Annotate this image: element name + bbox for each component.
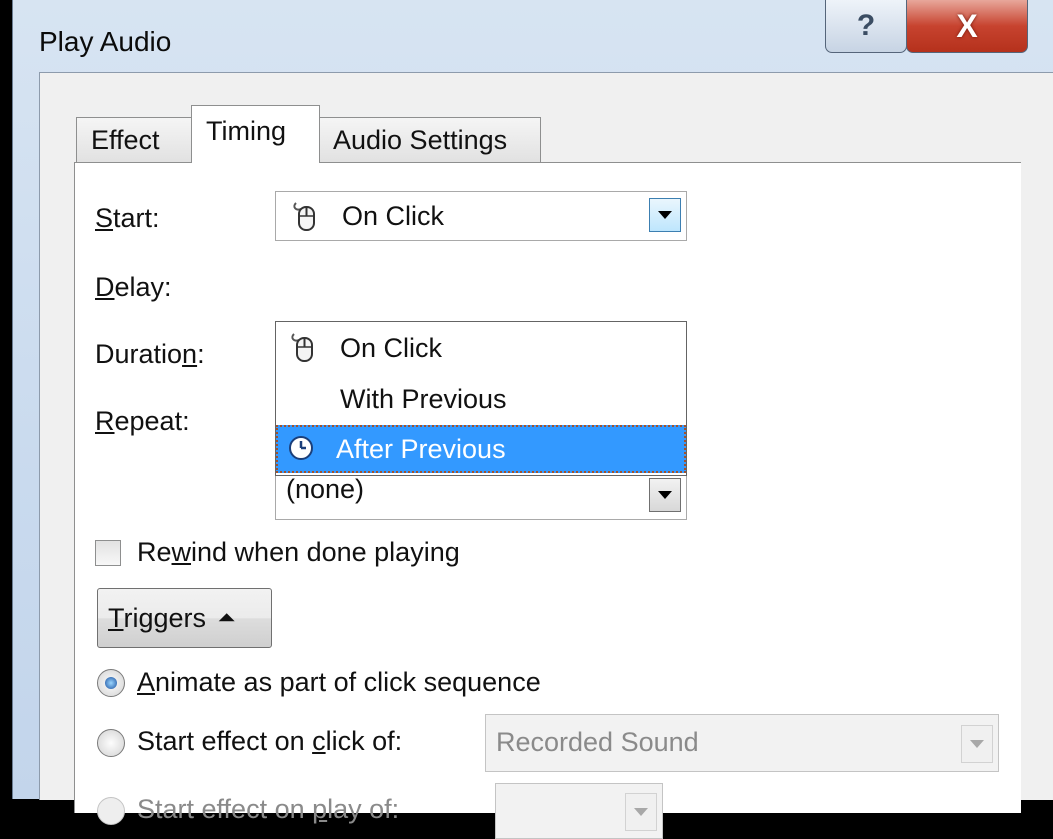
start-option-with-previous[interactable]: With Previous xyxy=(276,375,686,423)
dialog-window: Play Audio ? X Effect Timing Audio Setti… xyxy=(12,0,1053,839)
start-value: On Click xyxy=(342,201,445,231)
click-trigger-dropdown[interactable]: Recorded Sound xyxy=(485,714,999,772)
repeat-dropdown-arrow[interactable] xyxy=(649,478,681,512)
tab-audio-settings-label: Audio Settings xyxy=(333,125,508,155)
repeat-dropdown[interactable]: (none) xyxy=(275,474,687,520)
animate-label: Animate as part of click sequence xyxy=(137,667,541,697)
animate-radio[interactable] xyxy=(97,669,125,697)
chevron-down-icon xyxy=(658,211,672,219)
tab-timing-label: Timing xyxy=(206,116,287,146)
click-trigger-value: Recorded Sound xyxy=(496,727,699,757)
start-option-after-previous[interactable]: After Previous xyxy=(276,425,686,473)
dialog-client: Effect Timing Audio Settings Start: On C… xyxy=(39,72,1053,839)
tab-effect-label: Effect xyxy=(91,125,160,155)
repeat-label: Repeat: xyxy=(95,406,190,436)
delay-label: Delay: xyxy=(95,272,172,302)
timing-panel: Start: On Click On Click With Previous A… xyxy=(74,162,1021,839)
mouse-icon xyxy=(286,330,320,371)
start-dropdown[interactable]: On Click xyxy=(275,191,687,241)
start-label: Start: xyxy=(95,203,160,233)
tab-timing[interactable]: Timing xyxy=(191,105,320,163)
start-option-on-click[interactable]: On Click xyxy=(276,324,686,372)
triggers-button[interactable]: Triggers ⏶ xyxy=(97,588,272,648)
play-trigger-dropdown[interactable] xyxy=(495,783,663,839)
chevron-up-double-icon: ⏶ xyxy=(218,605,236,630)
triggers-label: Triggers xyxy=(108,602,207,633)
mouse-icon xyxy=(288,199,322,240)
start-on-click-label: Start effect on click of: xyxy=(137,726,403,756)
tab-audio-settings[interactable]: Audio Settings xyxy=(318,117,541,163)
rewind-label: Rewind when done playing xyxy=(137,537,460,567)
help-button[interactable]: ? xyxy=(825,0,907,53)
chevron-down-icon xyxy=(634,808,648,816)
dialog-title: Play Audio xyxy=(39,26,172,57)
help-icon: ? xyxy=(856,9,876,42)
start-on-click-radio[interactable] xyxy=(97,729,125,757)
start-options-list: On Click With Previous After Previous xyxy=(275,321,687,476)
repeat-value: (none) xyxy=(286,474,365,504)
close-button[interactable]: X xyxy=(906,0,1028,53)
close-icon: X xyxy=(956,7,978,44)
chevron-down-icon xyxy=(658,491,672,499)
chevron-down-icon xyxy=(970,740,984,748)
start-on-play-radio[interactable] xyxy=(97,797,125,825)
duration-label: Duration: xyxy=(95,339,205,369)
tab-effect[interactable]: Effect xyxy=(76,117,193,163)
rewind-checkbox[interactable] xyxy=(95,540,121,566)
clock-icon xyxy=(286,433,316,470)
click-trigger-arrow[interactable] xyxy=(961,725,993,763)
start-dropdown-arrow[interactable] xyxy=(649,198,681,232)
